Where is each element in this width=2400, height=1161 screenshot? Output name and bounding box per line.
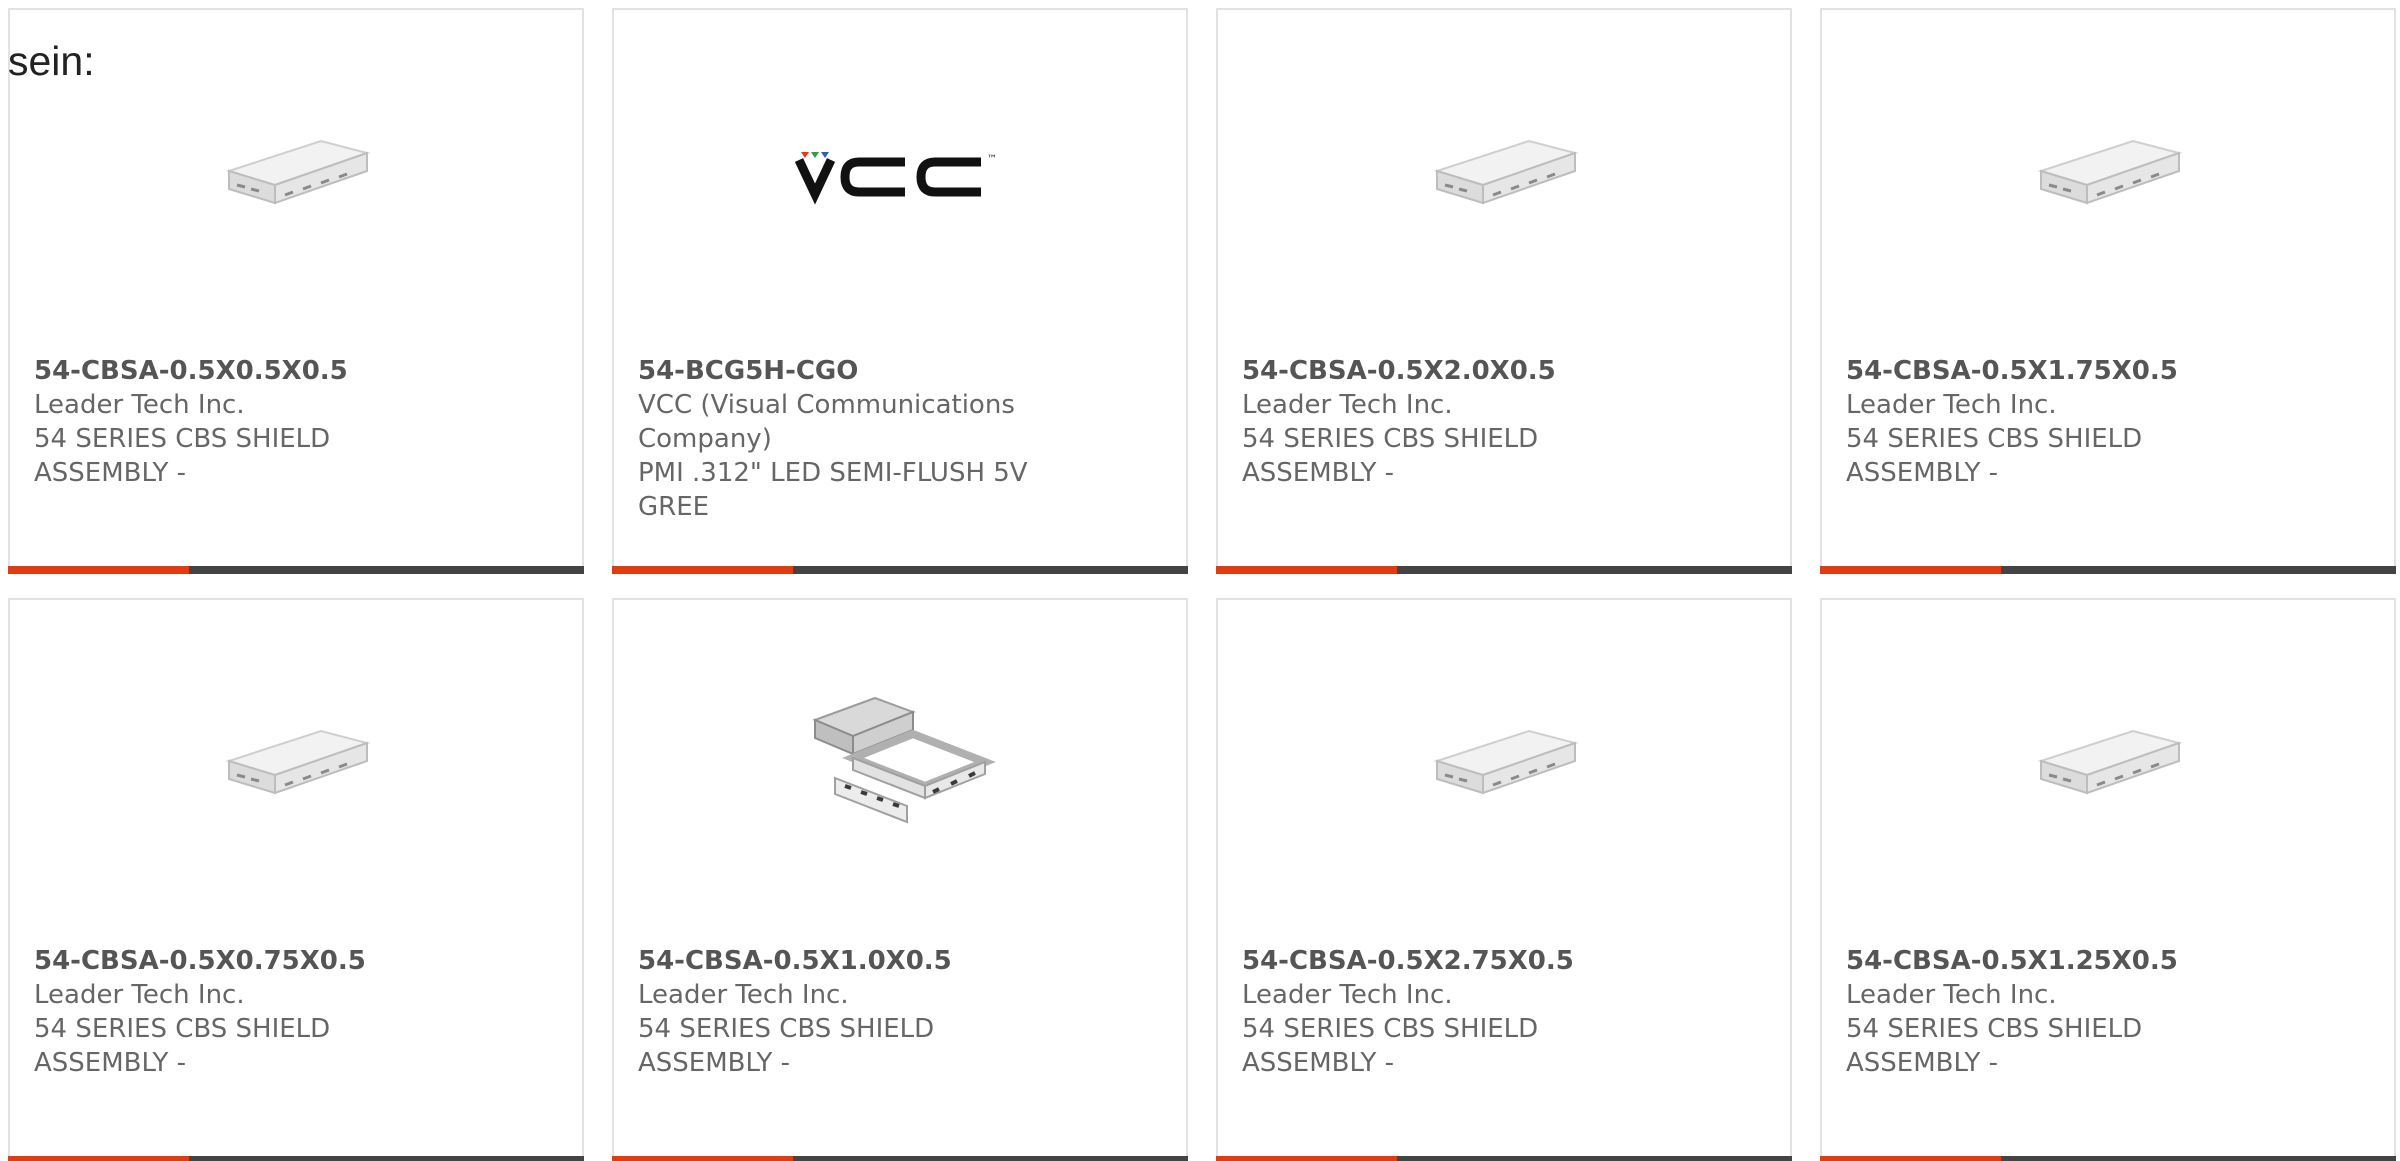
shield-box-icon xyxy=(1419,123,1589,227)
product-image: ™ xyxy=(614,50,1186,300)
part-number[interactable]: 54-CBSA-0.5X2.75X0.5 xyxy=(1242,944,1766,978)
product-card[interactable]: 54-CBSA-0.5X2.0X0.5 Leader Tech Inc. 54 … xyxy=(1216,8,1792,574)
card-footer-bar xyxy=(8,566,584,574)
manufacturer: Leader Tech Inc. xyxy=(34,980,245,1010)
card-footer-bar xyxy=(1820,566,2396,574)
product-image xyxy=(10,50,582,300)
shield-box-icon xyxy=(1419,713,1589,817)
description: 54 SERIES CBS SHIELD ASSEMBLY - xyxy=(34,1014,331,1078)
product-card[interactable]: ™ 54-BCG5H-CGO VCC (Visual Communication… xyxy=(612,8,1188,574)
page: sein: 54-CBSA-0.5X0.5X0.5 Leader Tech In… xyxy=(0,0,2400,1161)
shield-frame-icon xyxy=(795,658,1005,872)
card-footer-bar xyxy=(1820,1156,2396,1161)
part-number[interactable]: 54-BCG5H-CGO xyxy=(638,354,1162,388)
card-footer-bar xyxy=(1216,1156,1792,1161)
part-number[interactable]: 54-CBSA-0.5X1.75X0.5 xyxy=(1846,354,2370,388)
vcc-logo: ™ xyxy=(794,138,1005,212)
svg-text:™: ™ xyxy=(987,154,997,165)
part-number[interactable]: 54-CBSA-0.5X2.0X0.5 xyxy=(1242,354,1766,388)
product-grid: 54-CBSA-0.5X0.5X0.5 Leader Tech Inc. 54 … xyxy=(0,0,2400,1161)
product-card[interactable]: 54-CBSA-0.5X1.75X0.5 Leader Tech Inc. 54… xyxy=(1820,8,2396,574)
description: 54 SERIES CBS SHIELD ASSEMBLY - xyxy=(1242,424,1539,488)
card-footer-bar xyxy=(8,1156,584,1161)
manufacturer: VCC (Visual Communications Company) xyxy=(638,390,1015,454)
description: PMI .312" LED SEMI-FLUSH 5V GREE xyxy=(638,458,1028,522)
product-image xyxy=(1218,50,1790,300)
manufacturer: Leader Tech Inc. xyxy=(1846,980,2057,1010)
card-footer-accent xyxy=(1820,1156,2002,1161)
part-number[interactable]: 54-CBSA-0.5X1.25X0.5 xyxy=(1846,944,2370,978)
intro-text: sein: xyxy=(8,38,95,84)
card-footer-accent xyxy=(1216,1156,1398,1161)
card-footer-accent xyxy=(1216,566,1398,574)
product-image xyxy=(10,640,582,890)
card-footer-accent xyxy=(612,1156,794,1161)
card-footer-accent xyxy=(612,566,794,574)
description: 54 SERIES CBS SHIELD ASSEMBLY - xyxy=(1846,424,2143,488)
shield-box-icon xyxy=(211,123,381,227)
product-card[interactable]: 54-CBSA-0.5X0.5X0.5 Leader Tech Inc. 54 … xyxy=(8,8,584,574)
manufacturer: Leader Tech Inc. xyxy=(1846,390,2057,420)
description: 54 SERIES CBS SHIELD ASSEMBLY - xyxy=(638,1014,935,1078)
product-card[interactable]: 54-CBSA-0.5X2.75X0.5 Leader Tech Inc. 54… xyxy=(1216,598,1792,1161)
card-footer-accent xyxy=(8,1156,190,1161)
card-footer-accent xyxy=(1820,566,2002,574)
manufacturer: Leader Tech Inc. xyxy=(638,980,849,1010)
shield-box-icon xyxy=(211,713,381,817)
description: 54 SERIES CBS SHIELD ASSEMBLY - xyxy=(1242,1014,1539,1078)
product-image xyxy=(1822,640,2394,890)
manufacturer: Leader Tech Inc. xyxy=(1242,980,1453,1010)
product-card[interactable]: 54-CBSA-0.5X1.25X0.5 Leader Tech Inc. 54… xyxy=(1820,598,2396,1161)
description: 54 SERIES CBS SHIELD ASSEMBLY - xyxy=(34,424,331,488)
product-image xyxy=(614,640,1186,890)
part-number[interactable]: 54-CBSA-0.5X0.5X0.5 xyxy=(34,354,558,388)
card-footer-bar xyxy=(612,566,1188,574)
product-card[interactable]: 54-CBSA-0.5X1.0X0.5 Leader Tech Inc. 54 … xyxy=(612,598,1188,1161)
card-footer-bar xyxy=(612,1156,1188,1161)
part-number[interactable]: 54-CBSA-0.5X1.0X0.5 xyxy=(638,944,1162,978)
card-footer-accent xyxy=(8,566,190,574)
description: 54 SERIES CBS SHIELD ASSEMBLY - xyxy=(1846,1014,2143,1078)
card-footer-bar xyxy=(1216,566,1792,574)
manufacturer: Leader Tech Inc. xyxy=(1242,390,1453,420)
product-card[interactable]: 54-CBSA-0.5X0.75X0.5 Leader Tech Inc. 54… xyxy=(8,598,584,1161)
part-number[interactable]: 54-CBSA-0.5X0.75X0.5 xyxy=(34,944,558,978)
product-image xyxy=(1218,640,1790,890)
shield-box-icon xyxy=(2023,123,2193,227)
shield-box-icon xyxy=(2023,713,2193,817)
product-image xyxy=(1822,50,2394,300)
manufacturer: Leader Tech Inc. xyxy=(34,390,245,420)
